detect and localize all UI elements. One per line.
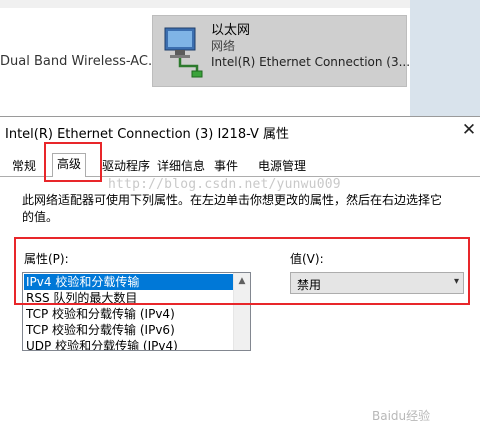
advanced-description: 此网络适配器可使用下列属性。在左边单击你想更改的属性，然后在右边选择它的值。 xyxy=(22,193,443,224)
property-item[interactable]: TCP 校验和分载传输 (IPv6) xyxy=(24,322,234,338)
tab-general[interactable]: 常规 xyxy=(8,156,40,176)
desktop-strip xyxy=(410,0,480,116)
tab-events[interactable]: 事件 xyxy=(210,156,242,176)
wifi-adapter-label[interactable]: Dual Band Wireless-AC... xyxy=(0,54,160,69)
tab-details[interactable]: 详细信息 xyxy=(153,156,209,176)
highlight-property-value-area xyxy=(14,237,470,305)
tab-bar: 常规 高级 驱动程序 详细信息 事件 电源管理 xyxy=(0,153,480,177)
close-icon[interactable]: ✕ xyxy=(458,119,480,141)
adapter-properties-dialog: Intel(R) Ethernet Connection (3) I218-V … xyxy=(0,116,480,423)
property-item[interactable]: UDP 校验和分载传输 (IPv4) xyxy=(24,338,234,350)
tab-power-management[interactable]: 电源管理 xyxy=(254,156,310,176)
dialog-title: Intel(R) Ethernet Connection (3) I218-V … xyxy=(5,127,290,142)
url-watermark: http://blog.csdn.net/yunwu009 xyxy=(108,177,341,192)
ethernet-adapter-tile[interactable]: 以太网 网络 Intel(R) Ethernet Connection (3..… xyxy=(152,15,411,87)
window-top-band xyxy=(0,0,410,8)
tab-advanced[interactable]: 高级 xyxy=(52,153,87,177)
network-adapter-icon xyxy=(164,27,203,78)
ethernet-status: 网络 xyxy=(211,39,236,53)
property-item[interactable]: TCP 校验和分载传输 (IPv4) xyxy=(24,306,234,322)
tab-driver[interactable]: 驱动程序 xyxy=(98,156,154,176)
network-connections-window: Dual Band Wireless-AC... 以太网 网络 Intel(R)… xyxy=(0,0,480,116)
corner-watermark: Baidu经验 xyxy=(372,409,431,423)
ethernet-title: 以太网 xyxy=(211,23,251,38)
ethernet-device-name: Intel(R) Ethernet Connection (3... xyxy=(211,55,411,69)
